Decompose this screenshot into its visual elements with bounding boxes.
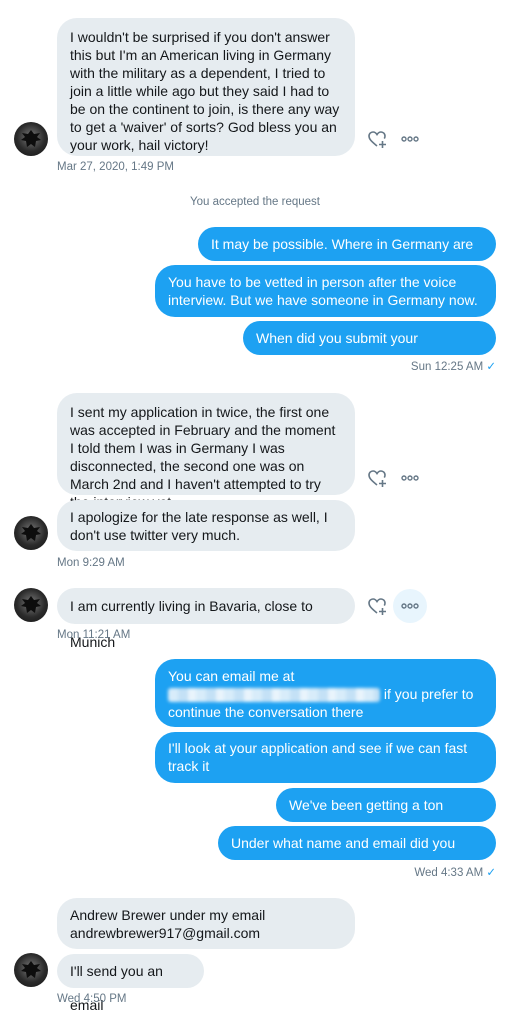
message-bubble-outgoing[interactable]: We've been getting a ton recently xyxy=(276,788,496,847)
message-bubble-outgoing[interactable]: Under what name and email did you apply? xyxy=(218,826,496,885)
avatar[interactable] xyxy=(14,516,48,550)
eagle-icon xyxy=(21,524,41,541)
message-bubble-outgoing[interactable]: You can email me at if you prefer to con… xyxy=(155,659,496,727)
message-text: I'll look at your application and see if… xyxy=(168,740,468,774)
more-options-icon[interactable] xyxy=(399,595,421,617)
message-text: You can email me at xyxy=(168,668,295,684)
message-bubble-incoming[interactable]: I apologize for the late response as wel… xyxy=(57,500,355,551)
message-text: I apologize for the late response as wel… xyxy=(70,509,328,543)
more-options-icon[interactable] xyxy=(399,128,421,150)
eagle-icon xyxy=(21,130,41,147)
message-timestamp: Wed 4:50 PM xyxy=(57,993,127,1005)
message-timestamp: Wed 4:33 AM ✓ xyxy=(414,867,496,879)
read-check-icon: ✓ xyxy=(486,361,496,373)
message-text: I wouldn't be surprised if you don't ans… xyxy=(70,29,340,153)
eagle-icon xyxy=(21,596,41,613)
message-text: andrewbrewer917@gmail.com xyxy=(70,925,261,941)
avatar[interactable] xyxy=(14,588,48,622)
read-check-icon: ✓ xyxy=(486,867,496,879)
message-timestamp: Mon 9:29 AM xyxy=(57,557,125,569)
message-text: Andrew Brewer under my email xyxy=(70,907,266,923)
message-timestamp: Sun 12:25 AM ✓ xyxy=(410,361,496,373)
message-timestamp: Mar 27, 2020, 1:49 PM xyxy=(57,161,174,173)
message-bubble-incoming[interactable]: I sent my application in twice, the firs… xyxy=(57,393,355,510)
react-heart-icon[interactable] xyxy=(366,467,388,489)
redacted-email xyxy=(168,688,380,703)
message-bubble-outgoing[interactable]: I'll look at your application and see if… xyxy=(155,732,496,783)
message-text: I sent my application in twice, the firs… xyxy=(70,404,336,510)
react-heart-icon[interactable] xyxy=(366,595,388,617)
message-bubble-incoming[interactable]: Andrew Brewer under my email andrewbrewe… xyxy=(57,898,355,949)
message-bubble-incoming[interactable]: I am currently living in Bavaria, close … xyxy=(57,588,355,650)
avatar[interactable] xyxy=(14,953,48,987)
message-timestamp: Mon 11:21 AM xyxy=(57,629,131,641)
message-text: When did you submit your application? xyxy=(256,330,418,380)
message-bubble-incoming[interactable]: I wouldn't be surprised if you don't ans… xyxy=(57,18,355,156)
more-options-icon[interactable] xyxy=(399,467,421,489)
avatar[interactable] xyxy=(14,122,48,156)
message-bubble-outgoing[interactable]: You have to be vetted in person after th… xyxy=(155,265,496,317)
system-message: You accepted the request xyxy=(189,196,320,208)
message-text: I am currently living in Bavaria, close … xyxy=(70,598,313,650)
message-text: You have to be vetted in person after th… xyxy=(168,274,478,308)
eagle-icon xyxy=(21,961,41,978)
react-heart-icon[interactable] xyxy=(366,128,388,150)
message-bubble-outgoing[interactable]: When did you submit your application? xyxy=(243,321,496,380)
message-bubble-outgoing[interactable]: It may be possible. Where in Germany are… xyxy=(198,227,496,286)
message-bubble-incoming[interactable]: I'll send you an email xyxy=(57,954,204,1013)
